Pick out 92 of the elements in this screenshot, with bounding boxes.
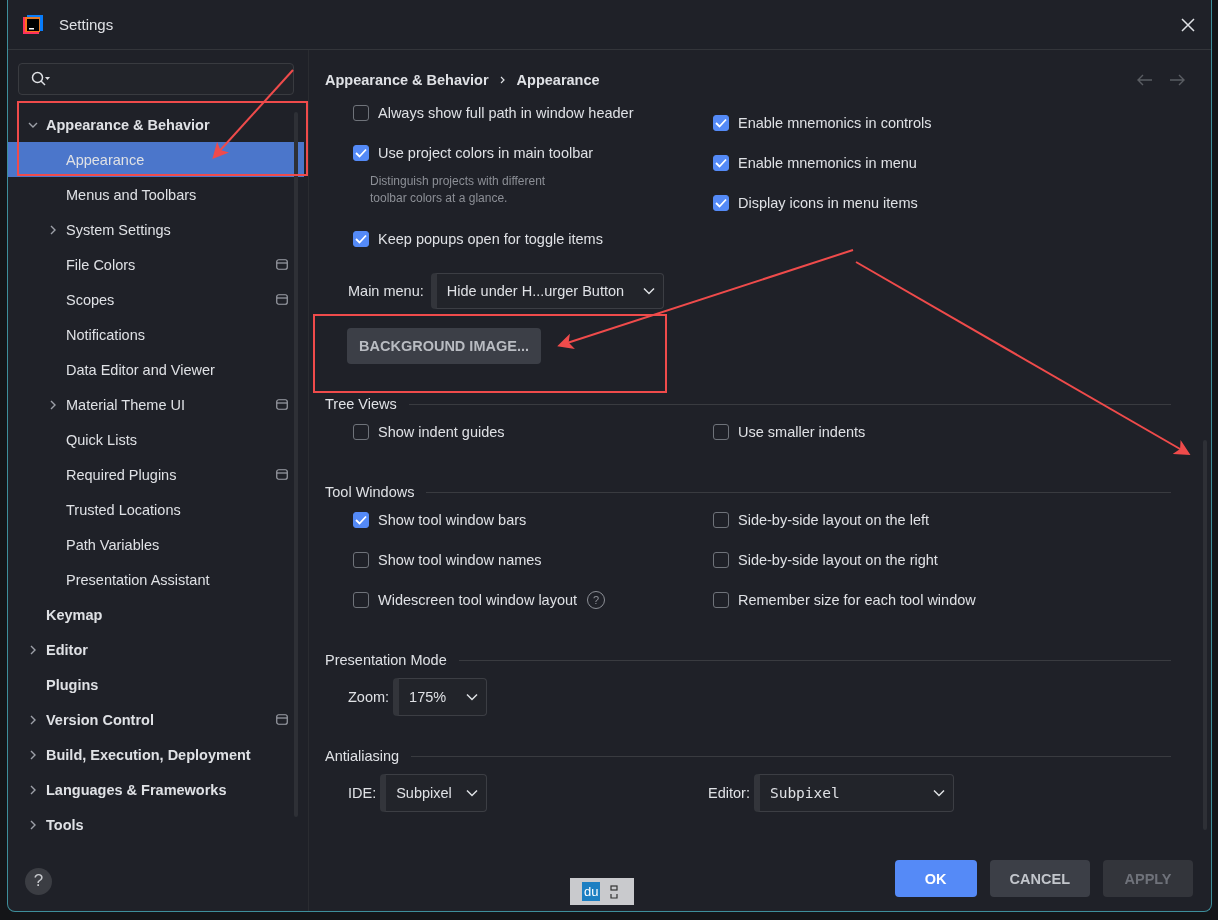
field-label: Zoom:	[348, 689, 390, 705]
checkbox-label[interactable]: Use smaller indents	[738, 424, 866, 440]
checkbox[interactable]	[713, 424, 729, 440]
checkbox-label[interactable]: Show tool window names	[378, 552, 542, 568]
sidebar-item[interactable]: Plugins	[8, 667, 304, 702]
main-menu-dropdown[interactable]: Hide under H...urger Button	[430, 273, 664, 309]
cancel-button[interactable]: CANCEL	[989, 860, 1090, 897]
forward-arrow-icon[interactable]	[1169, 74, 1185, 86]
sidebar-item[interactable]: Material Theme UI	[8, 387, 304, 422]
checkbox[interactable]	[353, 512, 369, 528]
checkbox-label[interactable]: Enable mnemonics in controls	[738, 115, 932, 131]
checkbox-label[interactable]: Enable mnemonics in menu	[738, 155, 917, 171]
section-title: Antialiasing	[325, 748, 400, 764]
checkbox[interactable]	[713, 592, 729, 608]
checkbox[interactable]	[353, 592, 369, 608]
field-label: IDE:	[348, 785, 377, 801]
dropdown[interactable]: Subpixel	[380, 774, 487, 812]
window-icon	[276, 714, 288, 725]
close-icon[interactable]	[1181, 17, 1195, 32]
chevron-down-icon	[465, 789, 478, 797]
sidebar-item[interactable]: Build, Execution, Deployment	[8, 737, 304, 772]
chevron-down-icon	[932, 789, 945, 797]
chevron-right-icon[interactable]	[28, 644, 38, 655]
checkbox-label[interactable]: Keep popups open for toggle items	[378, 231, 603, 247]
checkbox[interactable]	[353, 105, 369, 121]
sidebar-item[interactable]: Trusted Locations	[8, 492, 304, 527]
checkbox-label[interactable]: Use project colors in main toolbar	[378, 145, 594, 161]
checkbox[interactable]	[713, 155, 729, 171]
sidebar-item[interactable]: System Settings	[8, 212, 304, 247]
sidebar-item[interactable]: Path Variables	[8, 527, 304, 562]
sidebar-item[interactable]: Tools	[8, 807, 304, 842]
section-title: Tree Views	[325, 396, 397, 412]
sidebar-item[interactable]: Presentation Assistant	[8, 562, 304, 597]
window-icon	[276, 469, 288, 480]
checkbox[interactable]	[353, 552, 369, 568]
checkbox-label[interactable]: Side-by-side layout on the right	[738, 552, 938, 568]
window-icon	[276, 399, 288, 410]
dropdown[interactable]: 175%	[393, 678, 488, 716]
breadcrumb-item[interactable]: Appearance	[516, 72, 600, 88]
chevron-right-icon[interactable]	[28, 714, 38, 725]
sidebar-item[interactable]: Data Editor and Viewer	[8, 352, 304, 387]
sidebar-item[interactable]: Version Control	[8, 702, 304, 737]
search-icon	[31, 71, 51, 87]
sidebar-item[interactable]: Menus and Toolbars	[8, 177, 304, 212]
chevron-right-icon[interactable]	[48, 224, 58, 235]
chevron-right-icon[interactable]	[28, 784, 38, 795]
checkbox-label[interactable]: Show indent guides	[378, 424, 505, 440]
checkbox-label[interactable]: Display icons in menu items	[738, 195, 918, 211]
checkbox[interactable]	[713, 115, 729, 131]
checkbox[interactable]	[713, 552, 729, 568]
chevron-right-icon	[498, 76, 507, 84]
checkbox[interactable]	[713, 195, 729, 211]
checkbox-label[interactable]: Always show full path in window header	[378, 105, 634, 121]
checkbox-label[interactable]: Side-by-side layout on the left	[738, 512, 930, 528]
chevron-right-icon[interactable]	[28, 749, 38, 760]
search-field[interactable]	[18, 63, 294, 95]
help-button[interactable]: ?	[25, 867, 52, 895]
sidebar-item[interactable]: Required Plugins	[8, 457, 304, 492]
sidebar-item[interactable]: File Colors	[8, 247, 304, 282]
checkbox[interactable]	[713, 512, 729, 528]
window-icon	[276, 259, 288, 270]
checkbox[interactable]	[353, 231, 369, 247]
section-title: Presentation Mode	[325, 652, 447, 668]
app-logo-icon	[23, 14, 43, 35]
sidebar-item[interactable]: Editor	[8, 632, 304, 667]
checkbox-label[interactable]: Show tool window bars	[378, 512, 527, 528]
checkbox[interactable]	[353, 145, 369, 161]
window-title: Settings	[59, 16, 114, 33]
hint-text: Distinguish projects with different toolbar colors at a glance.	[369, 173, 547, 207]
section-title: Tool Windows	[325, 484, 415, 500]
sidebar-item[interactable]: Scopes	[8, 282, 304, 317]
dropdown[interactable]: Subpixel	[753, 774, 954, 812]
field-label: Editor:	[708, 785, 750, 801]
breadcrumb-item[interactable]: Appearance & Behavior	[325, 72, 489, 88]
sidebar-item[interactable]: Keymap	[8, 597, 304, 632]
toolbar-icon[interactable]	[610, 883, 619, 900]
field-label: Main menu:	[348, 283, 424, 299]
sidebar-item[interactable]: Quick Lists	[8, 422, 304, 457]
background-image-button[interactable]: BACKGROUND IMAGE...	[347, 328, 541, 364]
checkbox-label[interactable]: Widescreen tool window layout	[378, 592, 578, 608]
chevron-down-icon	[642, 287, 655, 295]
chevron-right-icon[interactable]	[48, 399, 58, 410]
chevron-right-icon[interactable]	[28, 819, 38, 830]
back-arrow-icon[interactable]	[1137, 74, 1153, 86]
sidebar-item[interactable]: Languages & Frameworks	[8, 772, 304, 807]
window-icon	[276, 294, 288, 305]
sidebar-item[interactable]: Appearance & Behavior	[8, 107, 304, 142]
input-method-toolbar[interactable]: du	[570, 878, 634, 905]
checkbox[interactable]	[353, 424, 369, 440]
sidebar-item[interactable]: Notifications	[8, 317, 304, 352]
chevron-down-icon	[466, 693, 479, 701]
checkbox-label[interactable]: Remember size for each tool window	[738, 592, 976, 608]
